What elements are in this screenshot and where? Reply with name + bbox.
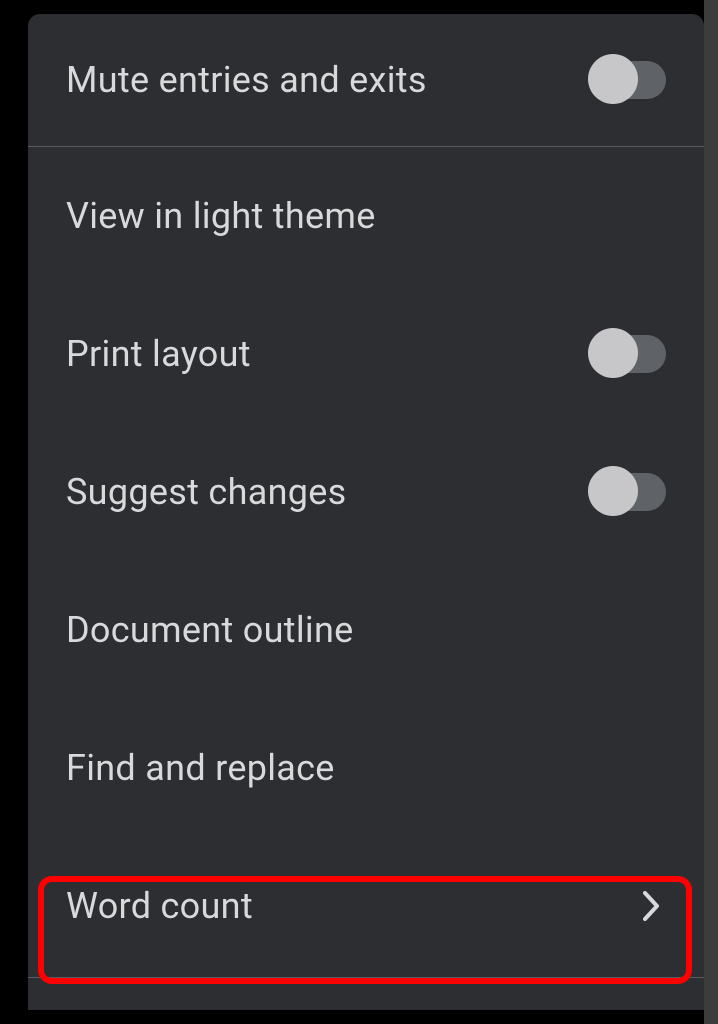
toggle-thumb — [588, 466, 638, 516]
menu-item-mute-entries[interactable]: Mute entries and exits — [28, 14, 704, 146]
menu-item-label: Suggest changes — [66, 471, 347, 513]
chevron-right-icon — [638, 892, 666, 920]
menu-item-document-outline[interactable]: Document outline — [28, 561, 704, 699]
context-menu-panel: Mute entries and exits View in light the… — [28, 14, 704, 1010]
mute-entries-toggle[interactable] — [590, 61, 666, 99]
menu-item-label: Print layout — [66, 333, 251, 375]
menu-item-label: Document outline — [66, 609, 354, 651]
menu-divider — [28, 977, 704, 978]
menu-item-label: View in light theme — [66, 195, 376, 237]
menu-item-suggest-changes[interactable]: Suggest changes — [28, 423, 704, 561]
menu-item-label: Mute entries and exits — [66, 59, 427, 101]
toggle-thumb — [588, 54, 638, 104]
menu-item-find-replace[interactable]: Find and replace — [28, 699, 704, 837]
toggle-thumb — [588, 328, 638, 378]
suggest-changes-toggle[interactable] — [590, 473, 666, 511]
scrollbar[interactable] — [704, 0, 718, 1024]
menu-item-light-theme[interactable]: View in light theme — [28, 147, 704, 285]
menu-item-print-layout[interactable]: Print layout — [28, 285, 704, 423]
print-layout-toggle[interactable] — [590, 335, 666, 373]
menu-item-label: Find and replace — [66, 747, 335, 789]
menu-item-label: Word count — [66, 885, 253, 927]
menu-item-word-count[interactable]: Word count — [28, 837, 704, 975]
